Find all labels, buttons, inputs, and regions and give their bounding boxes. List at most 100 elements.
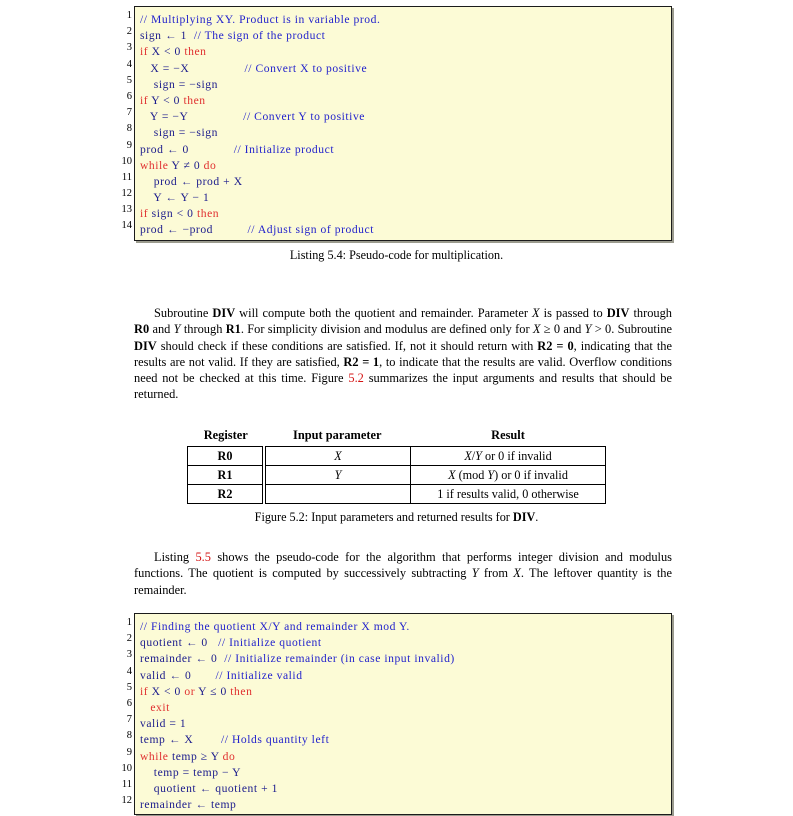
code-line-text: while Y ≠ 0 do <box>135 159 216 172</box>
table-row: R0 X X/Y or 0 if invalid <box>187 446 606 466</box>
code-line: 6 if Y < 0 then <box>127 91 671 107</box>
code-line-text: sign = −sign <box>135 78 218 91</box>
code-line-text: exit <box>135 701 170 714</box>
code-line-number: 9 <box>126 746 132 758</box>
header-register: Register <box>203 428 248 442</box>
code-token-kw: while <box>140 158 172 172</box>
code-token-var: X < 0 <box>151 45 185 59</box>
code-token-var: Y < 0 <box>151 93 184 107</box>
cell-register: R1 <box>187 465 265 485</box>
code-line-number: 1 <box>126 617 132 628</box>
paragraph-div-description: Subroutine DIV will compute both the quo… <box>134 306 673 402</box>
code-line: 11 quotient ← quotient + 1 <box>122 779 671 795</box>
code-token-kw: then <box>183 93 206 107</box>
code-line-number: 10 <box>121 155 133 167</box>
code-line-text: temp = temp − Y <box>135 766 241 779</box>
code-line-text: if Y < 0 then <box>135 94 206 107</box>
code-token-var: quotient ← 0 <box>140 636 219 650</box>
code-line-text: prod ← −prod // Adjust sign of product <box>135 223 374 236</box>
code-token-var <box>193 733 221 746</box>
code-line-text: Y ← Y − 1 <box>135 191 209 204</box>
code-token-var: temp ≥ Y <box>171 749 223 763</box>
code-line-text: if sign < 0 then <box>135 207 219 220</box>
code-line-text: prod ← 0 // Initialize product <box>135 143 334 156</box>
code-line-number: 12 <box>121 795 133 807</box>
code-token-var: quotient ← quotient + 1 <box>140 781 278 795</box>
code-line-number: 7 <box>126 107 132 119</box>
code-line: 5 if X < 0 or Y ≤ 0 then <box>127 682 671 698</box>
cell-result: X/Y or 0 if invalid <box>410 446 606 466</box>
code-listing-division: 1 // Finding the quotient X/Y and remaind… <box>122 613 672 816</box>
code-token-kw: exit <box>140 700 170 714</box>
table-row: R1 Y X (mod Y) or 0 if invalid <box>187 465 606 485</box>
code-token-kw: if <box>140 45 152 59</box>
code-line-number: 7 <box>126 714 132 726</box>
code-token-cmt: // Initialize remainder (in case input i… <box>224 652 455 666</box>
code-token-cmt: // Initialize valid <box>215 668 303 682</box>
code-token-cmt: // Adjust sign of product <box>247 223 374 237</box>
code-line: 2 quotient ← 0 // Initialize quotient <box>127 633 671 649</box>
code-line: 4 valid ← 0 // Initialize valid <box>127 666 671 682</box>
code-token-var <box>191 669 215 682</box>
code-token-kw: do <box>222 749 236 763</box>
code-line-text: if X < 0 then <box>135 45 207 58</box>
code-token-var: sign ← 1 <box>140 29 194 43</box>
code-line-number: 9 <box>126 139 132 151</box>
cell-input-parameter <box>262 484 411 504</box>
code-line-number: 6 <box>126 697 132 709</box>
code-line-text: // Multiplying XY. Product is in variabl… <box>135 13 380 26</box>
code-line: 4 X = −X // Convert X to positive <box>127 59 671 75</box>
code-line: 5 sign = −sign <box>127 75 671 91</box>
code-line: 12 remainder ← temp <box>122 795 671 811</box>
code-token-kw: if <box>140 207 152 221</box>
code-line: 13 if sign < 0 then <box>122 204 671 220</box>
div-parameters-table: Register Input parameter Result R0 X X/Y o… <box>187 427 606 504</box>
code-line-number: 3 <box>126 42 132 54</box>
code-line-text: quotient ← 0 // Initialize quotient <box>135 636 322 649</box>
code-token-var: temp = temp − Y <box>140 765 242 779</box>
code-line-text: sign = −sign <box>135 126 218 139</box>
code-token-var: X = −X <box>140 61 190 75</box>
code-line-text: valid = 1 <box>135 717 186 730</box>
code-token-var <box>213 223 247 236</box>
code-line-text: if X < 0 or Y ≤ 0 then <box>135 685 252 698</box>
code-token-kw: then <box>184 45 207 59</box>
code-line-number: 4 <box>126 58 132 70</box>
code-line: 10 while Y ≠ 0 do <box>122 156 671 172</box>
code-line-text: quotient ← quotient + 1 <box>135 782 278 795</box>
header-input-parameter: Input parameter <box>293 428 382 442</box>
code-line: 1 // Finding the quotient X/Y and remaind… <box>127 617 671 633</box>
code-line: 2 sign ← 1 // The sign of the product <box>127 26 671 42</box>
code-token-cmt: // Holds quantity left <box>220 733 330 747</box>
code-line-number: 13 <box>121 204 133 216</box>
code-token-kw: do <box>203 158 217 172</box>
code-line-text: Y = −Y // Convert Y to positive <box>135 110 365 123</box>
code-token-kw: if <box>140 684 152 698</box>
code-line-text: // Finding the quotient X/Y and remainde… <box>135 620 410 633</box>
code-line-number: 8 <box>126 730 132 742</box>
code-line: 12 Y ← Y − 1 <box>122 188 671 204</box>
table-header-row: Register Input parameter Result <box>188 427 606 447</box>
code-token-var: prod ← 0 <box>140 142 189 156</box>
code-line: 7 Y = −Y // Convert Y to positive <box>127 107 671 123</box>
header-result: Result <box>491 428 525 442</box>
code-line-number: 4 <box>126 665 132 677</box>
code-token-kw: while <box>140 749 172 763</box>
code-line: 6 exit <box>127 698 671 714</box>
code-line: 8 sign = −sign <box>127 123 671 139</box>
code-token-cmt: // Initialize product <box>233 142 335 156</box>
code-line-number: 1 <box>126 10 132 21</box>
code-token-cmt: // Multiplying XY. Product is in variabl… <box>140 13 381 26</box>
code-token-var <box>189 143 234 156</box>
code-token-kw: then <box>196 207 220 221</box>
code-line: 9 prod ← 0 // Initialize product <box>127 140 671 156</box>
code-line: 3 remainder ← 0 // Initialize remainder (… <box>127 649 671 666</box>
code-line-number: 8 <box>126 123 132 135</box>
code-listing-multiplication: 1 // Multiplying XY. Product is in variab… <box>122 6 672 241</box>
code-line-text: while temp ≥ Y do <box>135 750 235 763</box>
code-line-text: sign ← 1 // The sign of the product <box>135 29 325 42</box>
figure-5-2-table-wrapper: Register Input parameter Result R0 X X/Y o… <box>0 427 793 504</box>
code-line-number: 11 <box>121 778 132 790</box>
code-token-var <box>188 110 243 123</box>
cell-register: R2 <box>187 484 265 504</box>
